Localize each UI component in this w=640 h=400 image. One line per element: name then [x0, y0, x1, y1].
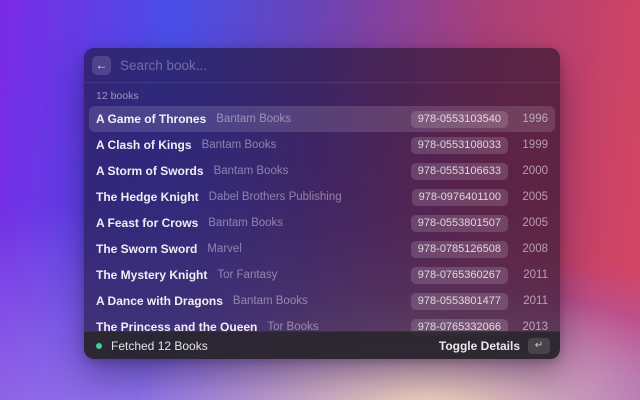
- search-header: ←: [84, 48, 560, 83]
- back-button[interactable]: ←: [92, 56, 111, 75]
- book-year: 2008: [518, 243, 548, 255]
- book-year: 2005: [518, 191, 548, 203]
- desktop-background: { "window": { "search": { "placeholder":…: [0, 0, 640, 400]
- footer-bar: Fetched 12 Books Toggle Details ↵: [84, 331, 560, 359]
- book-publisher: Bantam Books: [216, 113, 291, 125]
- book-title: A Feast for Crows: [96, 216, 198, 230]
- search-command-window: ← 12 books A Game of Thrones Bantam Book…: [84, 48, 560, 359]
- book-year: 1999: [518, 139, 548, 151]
- book-list: A Game of Thrones Bantam Books 978-05531…: [84, 106, 560, 340]
- book-year: 1996: [518, 113, 548, 125]
- book-title: The Sworn Sword: [96, 242, 197, 256]
- isbn-badge: 978-0553108033: [411, 137, 508, 154]
- section-label: 12 books: [84, 83, 560, 106]
- book-row[interactable]: A Feast for Crows Bantam Books 978-05538…: [89, 210, 555, 236]
- isbn-badge: 978-0765360267: [411, 267, 508, 284]
- book-year: 2005: [518, 217, 548, 229]
- book-title: A Clash of Kings: [96, 138, 192, 152]
- search-input[interactable]: [120, 58, 550, 73]
- book-title: The Hedge Knight: [96, 190, 199, 204]
- status-dot-icon: [96, 343, 102, 349]
- book-publisher: Bantam Books: [208, 217, 283, 229]
- book-publisher: Tor Fantasy: [217, 269, 277, 281]
- book-year: 2011: [518, 295, 548, 307]
- book-row[interactable]: A Dance with Dragons Bantam Books 978-05…: [89, 288, 555, 314]
- book-publisher: Bantam Books: [214, 165, 289, 177]
- isbn-badge: 978-0553103540: [411, 111, 508, 128]
- isbn-badge: 978-0976401100: [412, 189, 508, 206]
- book-row[interactable]: A Game of Thrones Bantam Books 978-05531…: [89, 106, 555, 132]
- isbn-badge: 978-0785126508: [411, 241, 508, 258]
- book-row[interactable]: The Mystery Knight Tor Fantasy 978-07653…: [89, 262, 555, 288]
- book-row[interactable]: The Hedge Knight Dabel Brothers Publishi…: [89, 184, 555, 210]
- book-title: The Mystery Knight: [96, 268, 207, 282]
- book-title: A Storm of Swords: [96, 164, 204, 178]
- book-row[interactable]: A Clash of Kings Bantam Books 978-055310…: [89, 132, 555, 158]
- book-publisher: Bantam Books: [233, 295, 308, 307]
- book-publisher: Dabel Brothers Publishing: [209, 191, 342, 203]
- book-year: 2000: [518, 165, 548, 177]
- toggle-details-label: Toggle Details: [439, 339, 520, 353]
- isbn-badge: 978-0553801507: [411, 215, 508, 232]
- back-arrow-icon: ←: [96, 56, 108, 75]
- status-text: Fetched 12 Books: [111, 339, 208, 353]
- return-key-icon: ↵: [528, 338, 550, 354]
- book-title: A Game of Thrones: [96, 112, 206, 126]
- book-row[interactable]: A Storm of Swords Bantam Books 978-05531…: [89, 158, 555, 184]
- book-row[interactable]: The Sworn Sword Marvel 978-0785126508 20…: [89, 236, 555, 262]
- book-year: 2011: [518, 269, 548, 281]
- toggle-details-button[interactable]: Toggle Details ↵: [439, 338, 550, 354]
- book-publisher: Bantam Books: [202, 139, 277, 151]
- book-title: A Dance with Dragons: [96, 294, 223, 308]
- isbn-badge: 978-0553801477: [411, 293, 508, 310]
- book-publisher: Marvel: [207, 243, 242, 255]
- isbn-badge: 978-0553106633: [411, 163, 508, 180]
